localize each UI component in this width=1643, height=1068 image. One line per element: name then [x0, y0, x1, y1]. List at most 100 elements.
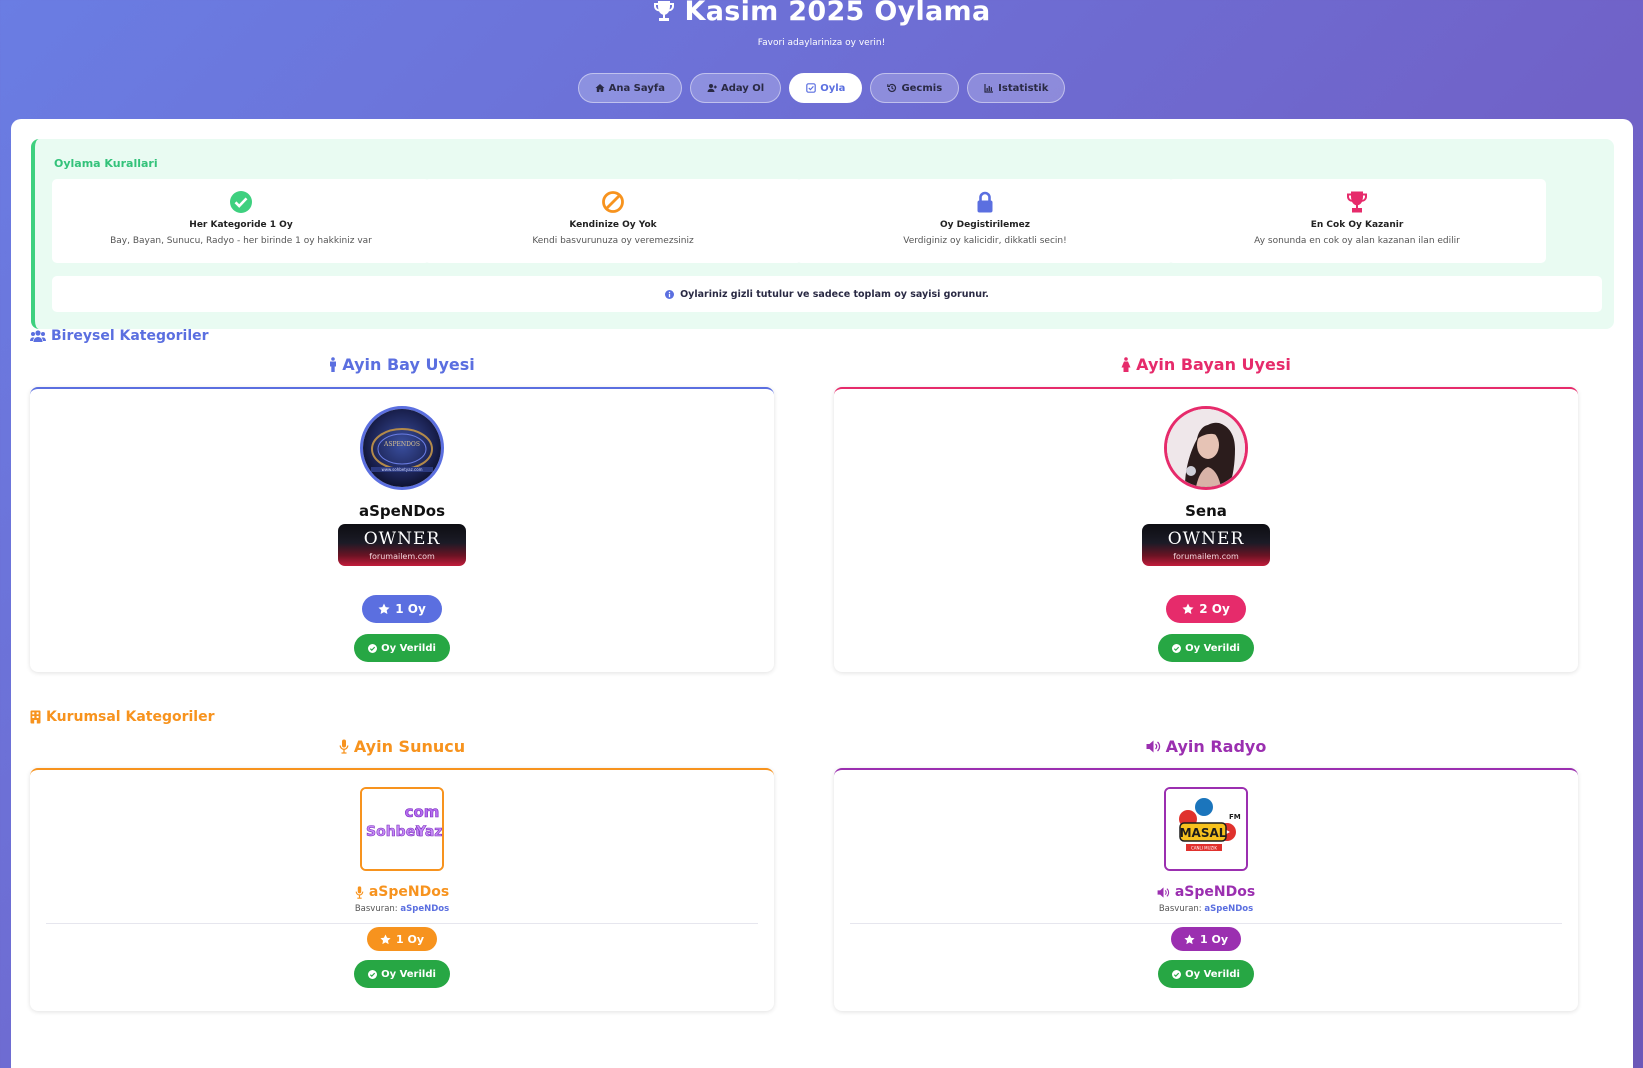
voted-button[interactable]: Oy Verildi [1158, 634, 1254, 662]
male-icon [330, 357, 337, 372]
applicant-line: Basvuran: aSpeNDos [834, 904, 1578, 914]
divider [46, 923, 758, 924]
category-title-male: Ayin Bay Uyesi [30, 355, 774, 374]
logo-text-live: CANLI MUZIK [1191, 846, 1217, 851]
logo-text-com: com [405, 803, 440, 821]
applicant-label: Basvuran: [1158, 904, 1202, 914]
info-icon [665, 289, 675, 299]
svg-text:ASPENDOS: ASPENDOS [383, 441, 420, 448]
candidate-card-radio: MASAL FM CANLI MUZIK aSpeNDos Basvuran: aS… [834, 768, 1578, 1011]
trophy-icon [652, 0, 676, 30]
page-subtitle: Favori adaylariniza oy verin! [757, 38, 886, 48]
voted-button[interactable]: Oy Verildi [354, 960, 450, 988]
chart-icon [984, 84, 994, 93]
star-icon [380, 933, 391, 944]
rank-badge-site: forumailem.com [1173, 552, 1239, 561]
nav-apply-button[interactable]: Aday Ol [689, 73, 782, 103]
rule-title: Oy Degistirilemez [940, 220, 1030, 230]
nav-history-button[interactable]: Gecmis [870, 73, 960, 103]
privacy-note: Oylariniz gizli tutulur ve sadece toplam… [52, 276, 1602, 312]
rule-title: Kendinize Oy Yok [569, 220, 657, 230]
nav-home-button[interactable]: Ana Sayfa [577, 73, 682, 103]
rule-card-no-change: Oy Degistirilemez Verdiginiz oy kalicidi… [796, 179, 1174, 263]
nav-apply-label: Aday Ol [720, 82, 765, 94]
page-title: Kasim 2025 Oylama [0, 0, 1643, 30]
check-circle-icon [1172, 969, 1182, 979]
svg-text:www.sohbetyaz.com: www.sohbetyaz.com [381, 467, 422, 472]
rule-description: Kendi basvurunuza oy veremezsiniz [532, 236, 694, 246]
radio-name: aSpeNDos [834, 884, 1578, 900]
vote-count-badge: 1 Oy [367, 927, 437, 951]
radio-logo: MASAL FM CANLI MUZIK [1164, 787, 1248, 871]
voted-label: Oy Verildi [1185, 968, 1240, 980]
candidate-username: Sena [1185, 502, 1227, 520]
main-panel: Oylama Kurallari Her Kategoride 1 Oy Bay… [11, 119, 1633, 1068]
female-icon [1121, 357, 1131, 372]
rank-badge-site: forumailem.com [369, 552, 435, 561]
category-title-radio: Ayin Radyo [834, 737, 1578, 756]
vote-count: 1 Oy [395, 932, 424, 946]
check-circle-icon [1172, 643, 1182, 653]
rule-card-most-votes-win: En Cok Oy Kazanir Ay sonunda en cok oy a… [1168, 179, 1546, 263]
presenter-name-text: aSpeNDos [368, 884, 450, 900]
rank-badge-image: OWNER forumailem.com [1142, 524, 1270, 566]
logo-text-yaz: Yaz [415, 824, 442, 840]
avatar [1164, 406, 1248, 490]
divider [850, 923, 1562, 924]
history-icon [887, 83, 897, 93]
presenter-logo: com Sohbet Yaz [360, 787, 444, 871]
privacy-note-text: Oylariniz gizli tutulur ve sadece toplam… [680, 288, 989, 300]
nav-vote-button[interactable]: Oyla [789, 73, 863, 103]
rule-description: Verdiginiz oy kalicidir, dikkatli secin! [903, 236, 1067, 246]
category-title-label: Ayin Sunucu [353, 737, 466, 756]
applicant-link[interactable]: aSpeNDos [1204, 904, 1253, 914]
users-icon [30, 330, 46, 342]
voted-label: Oy Verildi [1185, 642, 1240, 654]
individual-section-title: Bireysel Kategoriler [30, 328, 209, 344]
microphone-icon [355, 885, 364, 899]
candidate-card-presenter: com Sohbet Yaz aSpeNDos Basvuran: aSpeNDos… [30, 768, 774, 1011]
applicant-link[interactable]: aSpeNDos [400, 904, 449, 914]
rule-card-one-vote: Her Kategoride 1 Oy Bay, Bayan, Sunucu, … [52, 179, 430, 263]
main-nav: Ana Sayfa Aday Ol Oyla Gecmis Istatistik [0, 73, 1643, 103]
nav-vote-label: Oyla [820, 82, 846, 94]
institutional-section-title: Kurumsal Kategoriler [30, 709, 215, 725]
check-circle-icon [368, 643, 378, 653]
rank-badge-image: OWNER forumailem.com [338, 524, 466, 566]
vote-count: 1 Oy [1199, 932, 1228, 946]
nav-home-label: Ana Sayfa [608, 82, 665, 94]
page-header: Kasim 2025 Oylama Favori adaylariniza oy… [0, 0, 1643, 120]
rule-title: En Cok Oy Kazanir [1310, 220, 1404, 230]
building-icon [30, 710, 41, 724]
microphone-icon [339, 739, 349, 754]
user-plus-icon [707, 84, 717, 92]
voting-rules-box: Oylama Kurallari Her Kategoride 1 Oy Bay… [31, 139, 1614, 329]
trophy-icon [1347, 191, 1367, 213]
star-icon [378, 603, 390, 614]
radio-name-text: aSpeNDos [1174, 884, 1256, 900]
category-title-label: Ayin Bayan Uyesi [1136, 355, 1291, 374]
check-circle-icon [368, 969, 378, 979]
rule-description: Ay sonunda en cok oy alan kazanan ilan e… [1254, 236, 1460, 246]
nav-stats-button[interactable]: Istatistik [967, 73, 1066, 103]
rank-badge-text: OWNER [363, 529, 441, 549]
candidate-username: aSpeNDos [358, 502, 446, 520]
category-title-label: Ayin Radyo [1165, 737, 1267, 756]
voted-button[interactable]: Oy Verildi [354, 634, 450, 662]
vote-count-badge: 1 Oy [362, 595, 442, 623]
ban-icon [602, 191, 624, 213]
home-icon [595, 84, 605, 92]
nav-stats-label: Istatistik [998, 82, 1049, 94]
category-title-female: Ayin Bayan Uyesi [834, 355, 1578, 374]
page-title-text: Kasim 2025 Oylama [684, 0, 991, 27]
lock-icon [977, 191, 993, 213]
voted-label: Oy Verildi [381, 642, 436, 654]
voted-button[interactable]: Oy Verildi [1158, 960, 1254, 988]
star-icon [1184, 933, 1195, 944]
logo-text-fm: FM [1229, 813, 1241, 821]
nav-history-label: Gecmis [901, 82, 943, 94]
rank-badge-text: OWNER [1167, 529, 1245, 549]
category-title-label: Ayin Bay Uyesi [342, 355, 475, 374]
candidate-card-female: Sena OWNER forumailem.com 2 Oy Oy Verild… [834, 387, 1578, 672]
voted-label: Oy Verildi [381, 968, 436, 980]
